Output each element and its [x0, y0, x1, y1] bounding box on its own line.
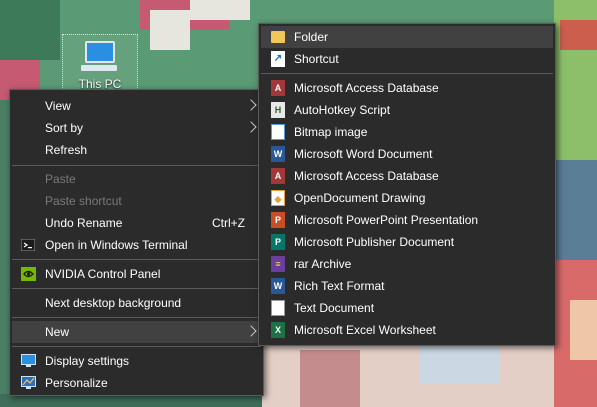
menu-separator [12, 259, 261, 260]
chevron-right-icon [245, 99, 257, 111]
new-powerpoint-item[interactable]: P Microsoft PowerPoint Presentation [261, 209, 553, 231]
menu-item-paste-shortcut[interactable]: Paste shortcut [12, 190, 261, 212]
bitmap-icon [271, 124, 285, 140]
new-shortcut-item[interactable]: ↗ Shortcut [261, 48, 553, 70]
new-rar-item[interactable]: ≡ rar Archive [261, 253, 553, 275]
access-icon: A [271, 168, 285, 184]
excel-icon: X [271, 322, 285, 338]
personalize-icon [21, 376, 36, 389]
chevron-right-icon [245, 325, 257, 337]
menu-item-refresh[interactable]: Refresh [12, 139, 261, 161]
menu-item-personalize[interactable]: Personalize [12, 372, 261, 394]
display-icon [21, 354, 36, 367]
rar-archive-icon: ≡ [271, 256, 285, 272]
computer-icon [85, 41, 115, 63]
menu-separator [12, 288, 261, 289]
text-document-icon [271, 300, 285, 316]
word-icon: W [271, 146, 285, 162]
menu-item-display-settings[interactable]: Display settings [12, 350, 261, 372]
menu-separator [261, 73, 553, 74]
new-odg-item[interactable]: ◆ OpenDocument Drawing [261, 187, 553, 209]
opendocument-drawing-icon: ◆ [271, 190, 285, 206]
new-folder-item[interactable]: Folder [261, 26, 553, 48]
shortcut-label: Ctrl+Z [212, 216, 245, 230]
menu-item-nvidia-control-panel[interactable]: NVIDIA Control Panel [12, 263, 261, 285]
menu-item-next-background[interactable]: Next desktop background [12, 292, 261, 314]
desktop-context-menu: View Sort by Refresh Paste Paste shortcu… [9, 89, 264, 396]
this-pc-desktop-icon[interactable]: This PC [62, 34, 138, 94]
new-submenu: Folder ↗ Shortcut A Microsoft Access Dat… [258, 23, 556, 346]
folder-icon [271, 31, 285, 43]
new-excel-item[interactable]: X Microsoft Excel Worksheet [261, 319, 553, 341]
menu-item-undo-rename[interactable]: Undo Rename Ctrl+Z [12, 212, 261, 234]
new-word-item[interactable]: W Microsoft Word Document [261, 143, 553, 165]
new-access-db-item-2[interactable]: A Microsoft Access Database [261, 165, 553, 187]
nvidia-icon [21, 267, 36, 281]
new-autohotkey-item[interactable]: H AutoHotkey Script [261, 99, 553, 121]
access-icon: A [271, 80, 285, 96]
publisher-icon: P [271, 234, 285, 250]
shortcut-icon: ↗ [271, 51, 285, 67]
autohotkey-icon: H [271, 102, 285, 118]
menu-separator [12, 317, 261, 318]
terminal-icon [21, 239, 35, 251]
new-bitmap-item[interactable]: Bitmap image [261, 121, 553, 143]
menu-separator [12, 346, 261, 347]
menu-separator [12, 165, 261, 166]
menu-item-sort-by[interactable]: Sort by [12, 117, 261, 139]
new-rtf-item[interactable]: W Rich Text Format [261, 275, 553, 297]
chevron-right-icon [245, 121, 257, 133]
rich-text-icon: W [271, 278, 285, 294]
menu-item-paste[interactable]: Paste [12, 168, 261, 190]
menu-item-open-terminal[interactable]: Open in Windows Terminal [12, 234, 261, 256]
new-text-document-item[interactable]: Text Document [261, 297, 553, 319]
powerpoint-icon: P [271, 212, 285, 228]
menu-item-view[interactable]: View [12, 95, 261, 117]
new-publisher-item[interactable]: P Microsoft Publisher Document [261, 231, 553, 253]
menu-item-new[interactable]: New [12, 321, 261, 343]
new-access-db-item[interactable]: A Microsoft Access Database [261, 77, 553, 99]
